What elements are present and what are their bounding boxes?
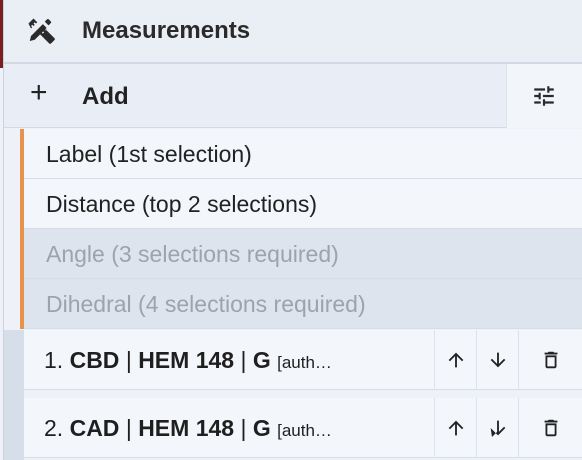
add-measurement-menu: Label (1st selection) Distance (top 2 se… bbox=[20, 129, 582, 329]
move-down-button[interactable] bbox=[476, 330, 518, 390]
measurement-index: 1. bbox=[44, 347, 64, 373]
separator: | bbox=[125, 415, 132, 441]
sliders-icon bbox=[531, 83, 557, 114]
measurement-chain: G bbox=[252, 415, 271, 441]
panel-header[interactable]: Measurements bbox=[4, 0, 582, 64]
measurement-label[interactable]: 2. CAD | HEM 148 | G [auth… bbox=[44, 398, 434, 458]
move-down-button[interactable] bbox=[476, 398, 518, 458]
measurement-options-button[interactable] bbox=[506, 64, 582, 128]
menu-item-label[interactable]: Label (1st selection) bbox=[24, 129, 582, 179]
measurement-label[interactable]: 1. CBD | HEM 148 | G [auth… bbox=[44, 330, 434, 390]
separator: | bbox=[240, 347, 247, 373]
separator: | bbox=[125, 347, 132, 373]
measurement-row[interactable]: 2. CAD | HEM 148 | G [auth… bbox=[24, 398, 582, 458]
delete-button[interactable] bbox=[518, 330, 582, 390]
menu-item-distance[interactable]: Distance (top 2 selections) bbox=[24, 179, 582, 229]
measurement-auth: [auth… bbox=[277, 421, 332, 440]
plus-icon: + bbox=[30, 76, 48, 109]
measurement-chain: G bbox=[252, 347, 271, 373]
add-label: Add bbox=[82, 83, 129, 110]
measurement-residue: HEM 148 bbox=[138, 347, 235, 373]
measurement-index: 2. bbox=[44, 415, 64, 441]
add-toolbar: + Add bbox=[4, 64, 582, 128]
move-up-button[interactable] bbox=[434, 330, 476, 390]
menu-item-angle: Angle (3 selections required) bbox=[24, 229, 582, 279]
separator: | bbox=[240, 415, 247, 441]
measurement-atom: CAD bbox=[69, 415, 120, 441]
measurement-list-gutter bbox=[4, 330, 24, 460]
measurement-auth: [auth… bbox=[277, 353, 332, 372]
delete-button[interactable] bbox=[518, 398, 582, 458]
measurement-atom: CBD bbox=[69, 347, 120, 373]
menu-item-dihedral: Dihedral (4 selections required) bbox=[24, 279, 582, 329]
ruler-pencil-icon bbox=[26, 16, 56, 46]
measurement-row[interactable]: 1. CBD | HEM 148 | G [auth… bbox=[24, 330, 582, 390]
measurement-residue: HEM 148 bbox=[138, 415, 235, 441]
move-up-button[interactable] bbox=[434, 398, 476, 458]
panel-title: Measurements bbox=[82, 17, 251, 44]
add-measurement-button[interactable]: + Add bbox=[4, 64, 502, 128]
